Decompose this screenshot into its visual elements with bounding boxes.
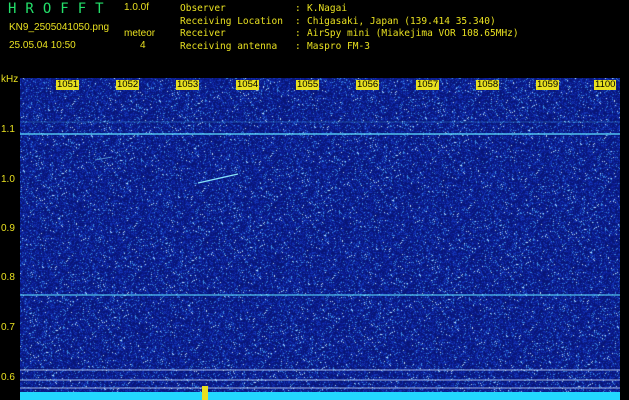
x-tick-label: 1058: [476, 79, 500, 90]
meteor-echo: [197, 173, 239, 184]
bottom-noise-band: [20, 392, 620, 400]
meteor-label: meteor: [124, 28, 156, 39]
y-tick-label: 1.1: [1, 124, 15, 135]
observation-info: Observer: K.Nagai Receiving Location: Chig…: [180, 3, 519, 53]
x-tick-label: 1055: [296, 79, 320, 90]
info-value: AirSpy mini (Miakejima VOR 108.65MHz): [307, 28, 519, 39]
x-tick-label: 1059: [536, 79, 560, 90]
spectrogram: [20, 78, 620, 400]
info-row-antenna: Receiving antenna: Maspro FM-3: [180, 40, 370, 52]
x-tick-label: 1057: [416, 79, 440, 90]
x-tick-label: 1100: [594, 79, 617, 90]
info-value: K.Nagai: [307, 3, 348, 14]
info-key: Receiving antenna: [180, 40, 278, 52]
info-key: Receiving Location: [180, 15, 283, 27]
info-row-receiver: Receiver: AirSpy mini (Miakejima VOR 108.…: [180, 28, 519, 39]
y-tick-label: 0.9: [1, 223, 15, 234]
y-tick-label: 0.7: [1, 322, 15, 333]
datetime: 25.05.04 10:50: [9, 40, 76, 51]
meteor-echo-faint: [94, 156, 113, 161]
info-value: Maspro FM-3: [307, 40, 370, 52]
spectrogram-overlay: [20, 121, 620, 400]
bottom-spike: [202, 386, 208, 400]
y-tick-label: 0.6: [1, 372, 15, 383]
info-key: Observer: [180, 3, 226, 14]
x-tick-label: 1053: [176, 79, 200, 90]
info-row-observer: Observer: K.Nagai: [180, 3, 348, 14]
app-brand: HROFFT: [8, 1, 113, 17]
info-key: Receiver: [180, 28, 226, 39]
x-tick-label: 1056: [356, 79, 380, 90]
y-tick-label: 0.8: [1, 272, 15, 283]
x-tick-label: 1051: [56, 79, 80, 90]
app-version: 1.0.0f: [124, 2, 150, 13]
header-panel: HROFFT 1.0.0f KN9_2505041050.png meteor …: [0, 0, 629, 74]
file-name: KN9_2505041050.png: [9, 22, 110, 33]
y-tick-label: 1.0: [1, 174, 15, 185]
info-row-location: Receiving Location: Chigasaki, Japan (139…: [180, 15, 496, 27]
x-tick-label: 1052: [116, 79, 140, 90]
info-value: Chigasaki, Japan (139.414 35.340): [307, 15, 496, 27]
x-tick-label: 1054: [236, 79, 260, 90]
meteor-count: 4: [140, 40, 146, 51]
y-axis-unit: kHz: [1, 74, 19, 85]
